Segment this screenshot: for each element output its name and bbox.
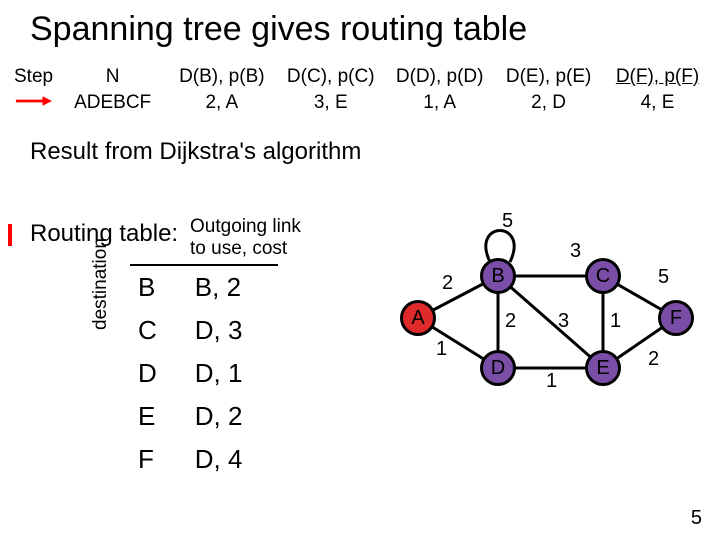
col-d: D(D), p(D) <box>385 64 494 90</box>
cell-f: 4, E <box>603 90 712 116</box>
col-b: D(B), p(B) <box>167 64 276 90</box>
col-n: N <box>58 64 167 90</box>
step-arrow-cell <box>8 90 58 116</box>
graph-node-e: E <box>585 350 621 386</box>
table-row: B B, 2 <box>130 265 278 309</box>
graph-node-f: F <box>658 300 694 336</box>
slide-number: 5 <box>691 507 702 530</box>
edge-label-ab: 2 <box>442 272 453 295</box>
col-f: D(F), p(F) <box>603 64 712 90</box>
rt-dest: D <box>130 352 187 395</box>
rt-out: B, 2 <box>187 265 279 309</box>
table-row: C D, 3 <box>130 309 278 352</box>
routing-table: Outgoing link to use, cost B B, 2 C D, 3… <box>130 264 278 481</box>
result-caption: Result from Dijkstra's algorithm <box>30 138 361 166</box>
routing-table-header: Outgoing link to use, cost <box>190 216 301 261</box>
edge-label-ce: 1 <box>610 310 621 333</box>
edge-label-dc: 3 <box>558 310 569 333</box>
graph-node-b: B <box>480 258 516 294</box>
edge-label-loop: 5 <box>502 210 513 233</box>
destination-axis-label: destination <box>90 238 112 330</box>
slide-title: Spanning tree gives routing table <box>30 10 527 49</box>
graph-edges-icon <box>400 210 700 430</box>
cell-b: 2, A <box>167 90 276 116</box>
cell-n: ADEBCF <box>58 90 167 116</box>
rt-dest: E <box>130 395 187 438</box>
rt-dest: F <box>130 438 187 481</box>
col-step: Step <box>8 64 58 90</box>
graph-node-c: C <box>585 258 621 294</box>
table-row: F D, 4 <box>130 438 278 481</box>
edge-label-cf: 5 <box>658 266 669 289</box>
col-c: D(C), p(C) <box>276 64 385 90</box>
graph-node-d: D <box>480 350 516 386</box>
cell-e: 2, D <box>494 90 603 116</box>
graph-node-a: A <box>400 300 436 336</box>
rt-out: D, 4 <box>187 438 279 481</box>
table-row: E D, 2 <box>130 395 278 438</box>
rt-dest: C <box>130 309 187 352</box>
edge-label-ad: 1 <box>436 338 447 361</box>
rt-out: D, 3 <box>187 309 279 352</box>
arrow-right-icon <box>14 94 52 108</box>
edge-label-bd: 2 <box>505 310 516 333</box>
dijkstra-table: Step N D(B), p(B) D(C), p(C) D(D), p(D) … <box>8 64 712 116</box>
cell-d: 1, A <box>385 90 494 116</box>
edge-label-ef: 2 <box>648 348 659 371</box>
table-row: D D, 1 <box>130 352 278 395</box>
edge-label-de: 1 <box>546 370 557 393</box>
edge-label-bc: 3 <box>570 240 581 263</box>
col-e: D(E), p(E) <box>494 64 603 90</box>
network-graph: A B C D E F 2 1 3 2 5 1 5 1 2 3 <box>400 210 700 430</box>
rt-out: D, 2 <box>187 395 279 438</box>
rt-out: D, 1 <box>187 352 279 395</box>
routing-label-marker <box>8 224 12 246</box>
cell-c: 3, E <box>276 90 385 116</box>
rt-dest: B <box>130 265 187 309</box>
